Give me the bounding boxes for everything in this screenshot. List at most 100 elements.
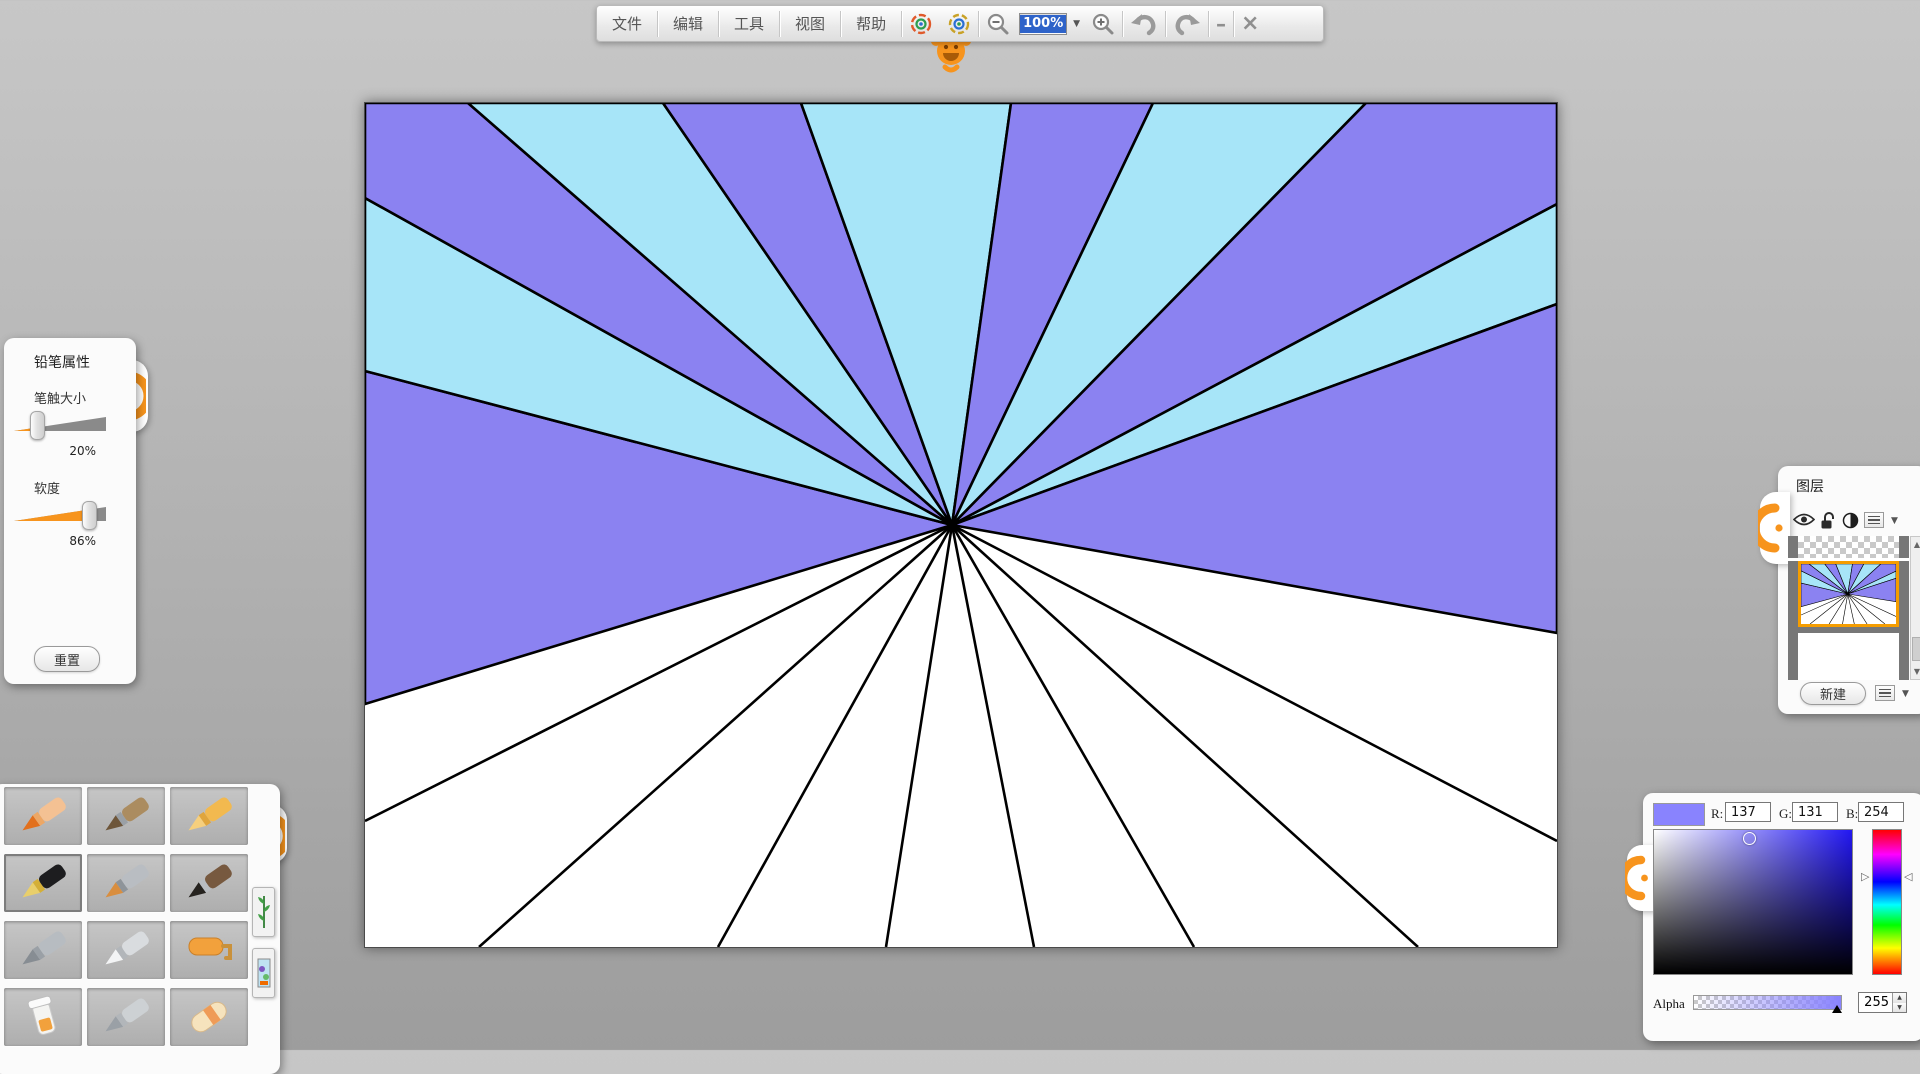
magnifier-plus-icon (1091, 12, 1115, 36)
menu-view[interactable]: 视图 (780, 7, 840, 40)
menu-edit[interactable]: 编辑 (658, 7, 718, 40)
new-layer-menu-button[interactable] (1875, 685, 1895, 701)
tool-palette-knife[interactable] (87, 921, 165, 979)
spin-up-icon[interactable]: ▲ (1893, 993, 1906, 1003)
brush-size-track (14, 410, 106, 440)
menu-help[interactable]: 帮助 (841, 7, 901, 40)
tool-charcoal[interactable] (87, 787, 165, 845)
pattern-brush-button[interactable] (252, 948, 275, 998)
alpha-label: Alpha (1653, 996, 1685, 1012)
undo-button[interactable] (1123, 7, 1165, 40)
tool-quill[interactable] (87, 988, 165, 1046)
alpha-spinner[interactable]: 255 ▲▼ (1858, 992, 1907, 1013)
paint-roller-icon (179, 926, 239, 974)
color-cursor[interactable] (1743, 832, 1756, 845)
layer-list (1788, 536, 1909, 680)
tool-pencil[interactable] (4, 787, 82, 845)
tool-eraser[interactable] (170, 988, 248, 1046)
softness-value: 86% (34, 534, 96, 548)
layer-item-selected[interactable] (1788, 561, 1909, 633)
menu-file[interactable]: 文件 (597, 7, 657, 40)
close-button[interactable]: × (1234, 7, 1266, 40)
crayon-icon (179, 792, 239, 840)
layer-menu-dropdown-icon[interactable]: ▼ (1887, 516, 1902, 526)
zoom-in-button[interactable] (1084, 7, 1122, 40)
layers-panel: 图层 ▼ ▲ ▼ (1778, 466, 1920, 714)
pencil-properties-panel: 铅笔属性 笔触大小 20% 软度 86% 重置 (4, 338, 136, 684)
clown-face-icon[interactable] (902, 7, 940, 40)
clown-face-icon (909, 12, 933, 36)
hue-bar[interactable] (1872, 829, 1902, 975)
softness-handle[interactable] (82, 501, 97, 530)
layer-item-below[interactable] (1788, 633, 1909, 680)
magnifier-minus-icon (986, 12, 1010, 36)
plant-brush-button[interactable] (252, 887, 275, 937)
saturation-value-box[interactable] (1653, 829, 1853, 975)
new-layer-dropdown-icon[interactable]: ▼ (1898, 689, 1913, 699)
layer-visibility-button[interactable] (1793, 512, 1815, 531)
fountain-pen-icon (13, 859, 73, 907)
tool-paint-tube[interactable] (4, 988, 82, 1046)
alpha-spin-arrows[interactable]: ▲▼ (1892, 993, 1906, 1012)
layers-panel-grip[interactable] (1760, 492, 1790, 564)
ink-brush-icon (179, 859, 239, 907)
scroll-up-icon[interactable]: ▲ (1911, 540, 1920, 549)
drawing-canvas[interactable] (364, 102, 1558, 948)
blue-input[interactable]: 254 (1858, 802, 1904, 822)
layer-menu-button[interactable] (1864, 512, 1884, 528)
tool-fountain-pen[interactable] (4, 854, 82, 912)
green-input[interactable]: 131 (1792, 802, 1838, 822)
tool-crayon[interactable] (170, 787, 248, 845)
scroll-down-icon[interactable]: ▼ (1911, 667, 1920, 676)
reset-button[interactable]: 重置 (34, 646, 100, 672)
layer-opacity-button[interactable] (1842, 512, 1859, 533)
starburst-artwork (365, 103, 1557, 947)
brush-size-handle[interactable] (30, 411, 45, 440)
zoom-level-input[interactable]: 100% (1019, 13, 1067, 35)
red-input[interactable]: 137 (1725, 802, 1771, 822)
clown-face-alt-icon[interactable] (940, 7, 978, 40)
new-layer-button[interactable]: 新建 (1800, 682, 1866, 705)
clown-face-alt-icon (947, 12, 971, 36)
alpha-slider[interactable] (1693, 995, 1842, 1010)
tool-grid (4, 787, 248, 1046)
layer-lock-button[interactable] (1820, 512, 1836, 534)
redo-button[interactable] (1166, 7, 1208, 40)
alpha-value: 255 (1859, 995, 1892, 1010)
plant-brush-icon (257, 892, 271, 932)
spin-down-icon[interactable]: ▼ (1893, 1003, 1906, 1013)
zoom-out-button[interactable] (979, 7, 1017, 40)
softness-label: 软度 (34, 478, 60, 497)
hue-marker-right-icon[interactable]: ◁ (1904, 871, 1912, 882)
tool-palette-panel (0, 784, 280, 1074)
alpha-slider-marker[interactable] (1832, 1005, 1842, 1013)
layer-item-above[interactable] (1788, 536, 1909, 558)
minimize-button[interactable]: – (1209, 7, 1233, 40)
lock-open-icon (1820, 512, 1836, 530)
brush-size-slider[interactable] (14, 410, 106, 440)
hue-marker-left-icon[interactable]: ▷ (1861, 871, 1869, 882)
brush-size-value: 20% (34, 444, 96, 458)
color-panel-grip[interactable] (1627, 845, 1655, 911)
layer-list-scrollbar[interactable]: ▲ ▼ (1910, 536, 1920, 680)
flat-brush-icon (96, 859, 156, 907)
tool-ink-brush[interactable] (170, 854, 248, 912)
tool-airbrush[interactable] (4, 921, 82, 979)
green-label: G: (1779, 806, 1792, 822)
layer-thumbnail (1798, 536, 1899, 558)
scrollbar-thumb[interactable] (1912, 637, 1920, 661)
current-color-swatch (1653, 803, 1705, 826)
tool-flat-brush[interactable] (87, 854, 165, 912)
zoom-dropdown-icon[interactable]: ▼ (1069, 19, 1084, 29)
blue-label: B: (1846, 806, 1858, 822)
layer-thumbnail (1798, 633, 1899, 680)
pencil-icon (13, 792, 73, 840)
menu-tools[interactable]: 工具 (719, 7, 779, 40)
tool-paint-roller[interactable] (170, 921, 248, 979)
softness-slider[interactable] (14, 500, 106, 530)
zoom-level-field[interactable]: 100% (1017, 7, 1069, 40)
eraser-icon (179, 993, 239, 1041)
undo-arrow-icon (1130, 12, 1158, 36)
paint-tube-icon (13, 993, 73, 1041)
pencil-panel-title: 铅笔属性 (34, 352, 90, 372)
